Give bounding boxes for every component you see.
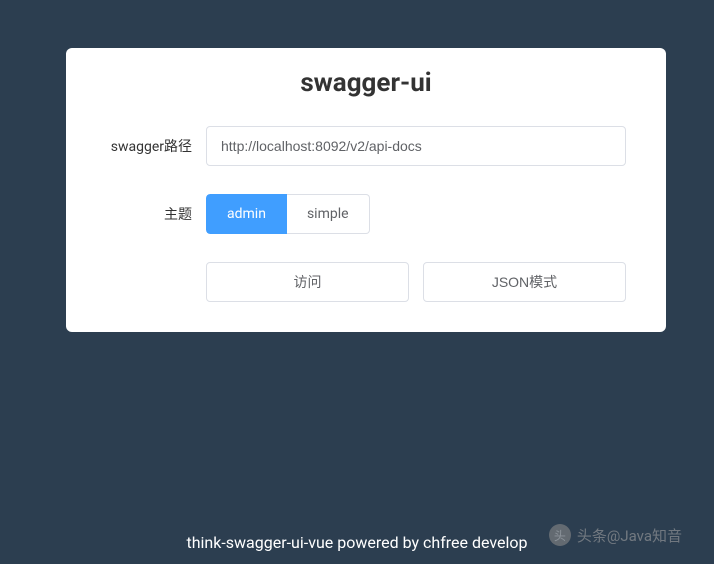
swagger-path-label: swagger路径 — [106, 136, 206, 156]
watermark: 头 头条@Java知音 — [549, 524, 682, 546]
theme-radio-group: admin simple — [206, 194, 626, 234]
config-card: swagger-ui swagger路径 主题 admin simple 访问 … — [66, 48, 666, 332]
swagger-path-input[interactable] — [206, 126, 626, 166]
theme-control: admin simple — [206, 194, 626, 234]
theme-label: 主题 — [106, 204, 206, 224]
theme-option-simple[interactable]: simple — [287, 194, 370, 234]
visit-button[interactable]: 访问 — [206, 262, 409, 302]
action-buttons: 访问 JSON模式 — [206, 262, 626, 302]
swagger-path-control — [206, 126, 626, 166]
watermark-text: 头条@Java知音 — [577, 525, 682, 546]
page-title: swagger-ui — [106, 68, 626, 98]
theme-option-admin[interactable]: admin — [206, 194, 287, 234]
swagger-path-row: swagger路径 — [106, 126, 626, 166]
watermark-icon: 头 — [549, 524, 571, 546]
theme-row: 主题 admin simple — [106, 194, 626, 234]
json-mode-button[interactable]: JSON模式 — [423, 262, 626, 302]
